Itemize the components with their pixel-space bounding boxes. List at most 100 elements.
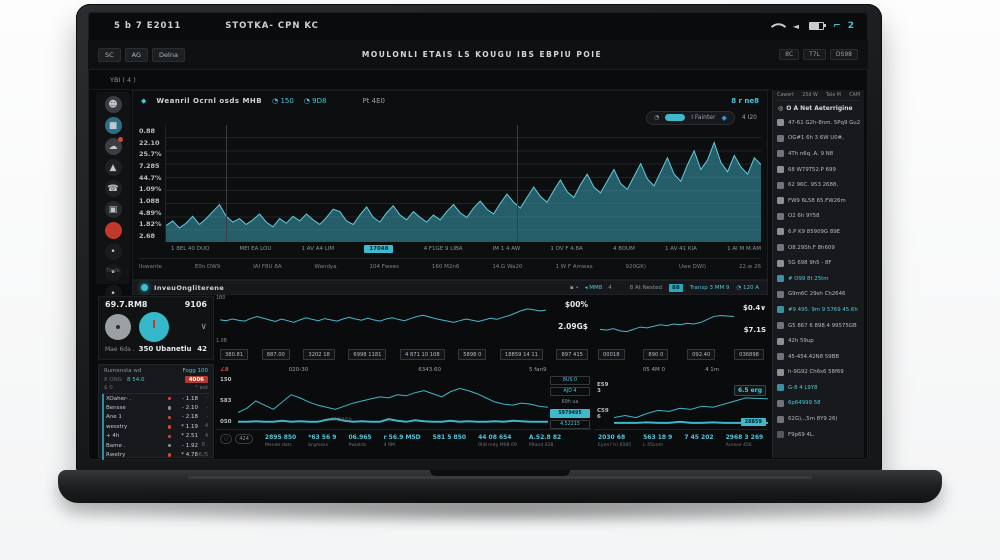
rail-icon[interactable]: ▲ bbox=[105, 159, 122, 176]
network-indicator[interactable]: ⌐ 2 bbox=[833, 21, 856, 31]
table-row[interactable]: wesstry * 1.19 4 bbox=[104, 422, 210, 431]
value-box[interactable]: 4 871 10 108 bbox=[400, 349, 445, 360]
value-box[interactable]: 897 415 bbox=[556, 349, 587, 360]
sidebar-list-item[interactable]: F9p69 4L. bbox=[777, 427, 860, 443]
x-axis-tick[interactable]: 1 AV 41 KIA bbox=[665, 246, 697, 252]
menu-tab[interactable]: AG bbox=[125, 48, 148, 62]
value-box[interactable]: 092.40 bbox=[687, 349, 715, 360]
filter-left[interactable]: $ 0 bbox=[104, 385, 113, 391]
sidebar-list-item[interactable]: #9 495. 9m 9 5769 45.6h bbox=[777, 302, 860, 318]
sidebar-list-item[interactable]: 6.P K9 85909G 89E bbox=[777, 224, 860, 240]
x-axis-tick[interactable]: IM 1 4 AW bbox=[493, 246, 521, 252]
sidebar-list-item[interactable]: OG#1 6h 3 6W U0#, bbox=[777, 131, 860, 147]
table-row[interactable]: Ane 1 - 2.18 · bbox=[104, 413, 210, 422]
divider-tag[interactable]: 88 bbox=[669, 284, 683, 292]
sidebar-list-item[interactable]: 42h 59up bbox=[777, 333, 860, 349]
menu-tab[interactable]: SC bbox=[98, 48, 121, 62]
sidebar-list-item[interactable]: FW9 6L58 65.FW26m bbox=[777, 193, 860, 209]
chevron-down-icon[interactable]: ∨ bbox=[200, 322, 207, 332]
value-box[interactable]: 036898 bbox=[734, 349, 764, 360]
divider-tag[interactable]: ◔ 120 A bbox=[736, 285, 759, 291]
menubar-chip[interactable]: T7L bbox=[803, 49, 826, 60]
stat-chip[interactable]: 424 bbox=[235, 434, 253, 444]
chart-chip-1[interactable]: ◔ 150 bbox=[272, 97, 294, 105]
value-box[interactable]: 890 0 bbox=[643, 349, 668, 360]
sidebar-list-item[interactable]: 45-454.42N8 59BB bbox=[777, 349, 860, 365]
value-box[interactable]: 3202 18 bbox=[303, 349, 334, 360]
sidebar-list-item[interactable]: # O99 8t 25tm bbox=[777, 271, 860, 287]
side-box[interactable]: 5979495 bbox=[550, 409, 590, 418]
rail-icon[interactable] bbox=[105, 222, 122, 239]
right-sparkline[interactable] bbox=[600, 302, 734, 340]
side-box[interactable]: 69h ua bbox=[550, 398, 590, 407]
divider-control[interactable]: ◂ MM8 bbox=[585, 285, 603, 291]
divider-control[interactable]: ▪ ∙ bbox=[570, 285, 579, 291]
table-row[interactable]: Bame . - 1.92 8 . bbox=[104, 441, 210, 450]
baseline-chip[interactable]: 28859 bbox=[741, 418, 766, 426]
sidebar-list-item[interactable]: G9m6C 29sh Ch2646 bbox=[777, 287, 860, 303]
rail-icon[interactable]: • bbox=[105, 243, 122, 260]
x-axis-tick[interactable]: 1 AV A4 LIM bbox=[302, 246, 335, 252]
value-box[interactable]: 5898 0 bbox=[458, 349, 486, 360]
breadcrumb[interactable]: YBI ( 4 ) bbox=[110, 76, 136, 84]
wifi-icon[interactable] bbox=[771, 18, 787, 34]
x-axis-tick[interactable]: 1 8EL 40 DUO bbox=[171, 246, 209, 252]
chart-chip-2[interactable]: ◔ 9D8 bbox=[304, 97, 327, 105]
table-row[interactable]: + 4h * 2.51 4 bbox=[104, 432, 210, 441]
menu-tab[interactable]: Delna bbox=[152, 48, 185, 62]
alert-badge[interactable]: 4006 bbox=[185, 376, 208, 383]
sidebar-list-item[interactable]: G-8 4 L9Y8 bbox=[777, 380, 860, 396]
sidebar-mini-item[interactable]: 25d W bbox=[802, 93, 817, 98]
sidebar-list-item[interactable]: 47-61 G2h-8nm. 5Pq9 Gu2n bbox=[777, 115, 860, 131]
sidebar-mini-item[interactable]: Cawert bbox=[777, 93, 794, 98]
value-box[interactable]: 887.00 bbox=[262, 349, 290, 360]
x-axis-tick[interactable]: 1 OV F 4.8A bbox=[550, 246, 582, 252]
sidebar-list-item[interactable]: 4Th n6q .A. 9 N8 bbox=[777, 146, 860, 162]
side-box[interactable]: 4.52215 bbox=[550, 420, 590, 429]
value-box[interactable]: 00018 bbox=[598, 349, 625, 360]
main-plot[interactable] bbox=[165, 125, 761, 242]
menubar-chip[interactable]: DS98 bbox=[830, 49, 858, 60]
sidebar-list-item[interactable]: 68 W79T52.P 699 bbox=[777, 162, 860, 178]
divider-control[interactable]: 4 bbox=[608, 285, 612, 291]
sidebar-list-item[interactable]: 5G 698 9h5 - 8F bbox=[777, 255, 860, 271]
rail-icon[interactable]: ■ bbox=[105, 117, 122, 134]
rail-icon[interactable]: ▣ bbox=[105, 201, 122, 218]
stat-chip[interactable]: ◌ bbox=[220, 434, 232, 444]
bottom-mid-plot[interactable]: 39/50/50 bbox=[238, 375, 548, 427]
side-box[interactable]: 8US 0 bbox=[550, 376, 590, 385]
divider-tag[interactable]: Transp 3 MM 9 bbox=[690, 285, 730, 291]
x-axis-tick[interactable]: 4 8OUM bbox=[613, 246, 635, 252]
sidebar-list-item[interactable]: 62 96C. 953 2688, bbox=[777, 177, 860, 193]
legend-pillbox[interactable]: ◔ I Fainter ◆ bbox=[646, 111, 735, 125]
chart-new-badge[interactable]: 8 r ne8 bbox=[731, 97, 759, 105]
sidebar-list-item[interactable]: 62G),.,5m 8Y9 26) bbox=[777, 411, 860, 427]
sidebar-mini-item[interactable]: Tale M bbox=[826, 93, 841, 98]
table-row[interactable]: XOaher- . - 1.18 · bbox=[104, 394, 210, 403]
sidebar-list-item[interactable]: O8.29Sh.F 8h609 bbox=[777, 240, 860, 256]
table-row[interactable]: Bensse - 2.10 · bbox=[104, 403, 210, 412]
sidebar-list-item[interactable]: 6p64999 58 bbox=[777, 396, 860, 412]
tab-left[interactable]: Rumensta wd bbox=[104, 368, 141, 374]
sidebar-list-item[interactable]: G5 867 6 898.4 99575GB bbox=[777, 318, 860, 334]
volume-icon[interactable]: ◄ bbox=[793, 22, 800, 31]
x-axis-tick[interactable]: 4 F1GE 9 LIBA bbox=[424, 246, 463, 252]
side-box[interactable]: AJD 4 bbox=[550, 387, 590, 396]
sidebar-list-item[interactable]: h-9G92 Ch6s6 58f69 bbox=[777, 365, 860, 381]
x-axis-tick[interactable]: 17048 bbox=[364, 245, 393, 253]
value-box[interactable]: 18859 14 11 bbox=[500, 349, 543, 360]
rail-icon[interactable]: ☻ bbox=[105, 96, 122, 113]
range-pill[interactable] bbox=[665, 114, 685, 121]
value-box[interactable]: 380.81 bbox=[220, 349, 248, 360]
x-axis-tick[interactable]: MEI EA LOU bbox=[240, 246, 272, 252]
value-box[interactable]: 6998 1181 bbox=[348, 349, 386, 360]
sidebar-list-item[interactable]: O2 6h 9Y58 bbox=[777, 209, 860, 225]
mid-sparkline[interactable] bbox=[220, 298, 546, 340]
divider-tag[interactable]: 8 At Nested bbox=[630, 285, 662, 291]
rail-icon[interactable]: ☁ bbox=[105, 138, 122, 155]
tab-right[interactable]: Fogg 100 bbox=[182, 368, 208, 374]
gauge-teal[interactable] bbox=[139, 312, 169, 342]
filter-right[interactable]: ° est bbox=[195, 385, 208, 391]
menubar-chip[interactable]: 8C bbox=[779, 49, 799, 60]
rail-icon[interactable]: ☎ bbox=[105, 180, 122, 197]
